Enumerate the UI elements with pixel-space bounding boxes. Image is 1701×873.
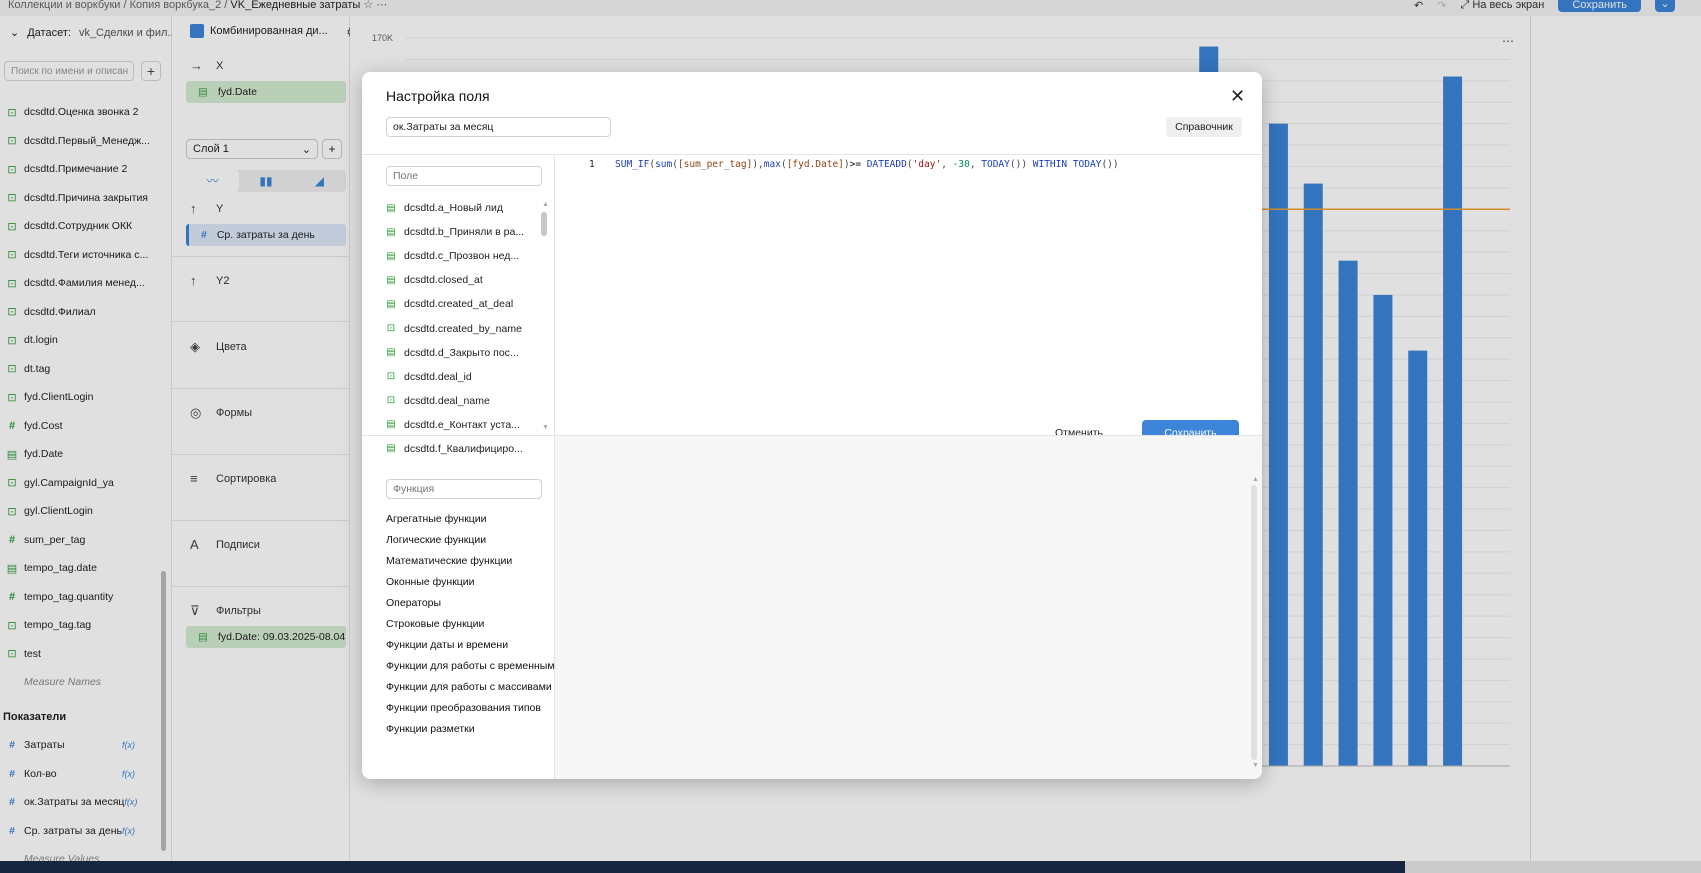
formula-token: TODAY	[1072, 159, 1102, 170]
formula-editor[interactable]: 1	[555, 155, 1262, 435]
formula-field-label: dcsdtd.e_Контакт уста...	[404, 418, 520, 431]
function-doc-panel	[555, 436, 1262, 779]
formula-token: sum	[655, 159, 673, 170]
line-number: 1	[589, 159, 595, 170]
formula-token: max	[763, 159, 781, 170]
formula-field-label: dcsdtd.a_Новый лид	[404, 202, 503, 215]
formula-token: TODAY	[981, 159, 1010, 170]
calendar-icon: ▤	[386, 250, 396, 262]
text-field-icon: ⊡	[386, 323, 396, 335]
formula-field-item[interactable]: ▤ dcsdtd.created_at_deal	[386, 292, 536, 316]
doc-scrollbar[interactable]	[1251, 485, 1257, 760]
calendar-icon: ▤	[386, 202, 396, 214]
scroll-down-icon[interactable]: ▼	[542, 424, 549, 431]
formula-field-label: dcsdtd.f_Квалифициро...	[404, 442, 523, 455]
function-category-item[interactable]: Оконные функции	[386, 571, 554, 592]
formula-field-label: dcsdtd.b_Приняли в ра...	[404, 226, 525, 239]
formula-token: ),	[752, 159, 764, 170]
field-name-input[interactable]	[386, 117, 611, 137]
function-category-item[interactable]: Агрегатные функции	[386, 508, 554, 529]
formula-field-label: dcsdtd.d_Закрыто пос...	[404, 346, 519, 359]
formula-field-label: dcsdtd.deal_name	[404, 394, 490, 407]
calendar-icon: ▤	[386, 226, 396, 238]
formula-field-label: dcsdtd.created_by_name	[404, 322, 522, 335]
close-icon[interactable]: ✕	[1230, 86, 1245, 107]
function-category-item[interactable]: Операторы	[386, 592, 554, 613]
formula-token: ,	[941, 159, 953, 170]
function-category-item[interactable]: Функции для работы с массивами	[386, 677, 554, 698]
formula-token: ())	[1009, 159, 1033, 170]
formula-field-item[interactable]: ▤ dcsdtd.d_Закрыто пос...	[386, 341, 536, 365]
function-category-item[interactable]: Строковые функции	[386, 613, 554, 634]
formula-field-label: dcsdtd.c_Прозвон нед...	[404, 250, 520, 263]
formula-field-item[interactable]: ⊡ dcsdtd.deal_id	[386, 365, 536, 389]
formula-token: >=	[849, 159, 867, 170]
formula-token: -30	[952, 159, 970, 170]
function-category-item[interactable]: Математические функции	[386, 550, 554, 571]
calendar-icon: ▤	[386, 443, 396, 455]
formula-field-label: dcsdtd.closed_at	[404, 274, 483, 287]
formula-code[interactable]: SUM_IF(sum([sum_per_tag]),max([fyd.Date]…	[615, 159, 1119, 170]
calendar-icon: ▤	[386, 274, 396, 286]
fields-scrollbar[interactable]	[541, 212, 547, 236]
formula-field-item[interactable]: ⊡ dcsdtd.deal_name	[386, 389, 536, 413]
formula-field-label: dcsdtd.deal_id	[404, 370, 472, 383]
formula-field-item[interactable]: ▤ dcsdtd.closed_at	[386, 268, 536, 292]
formula-field-item[interactable]: ▤ dcsdtd.a_Новый лид	[386, 196, 536, 220]
calendar-icon: ▤	[386, 298, 396, 310]
formula-token: 'day'	[912, 159, 942, 170]
dialog-title: Настройка поля	[386, 88, 490, 104]
function-category-item[interactable]: Функции преобразования типов	[386, 698, 554, 719]
function-category-item[interactable]: Логические функции	[386, 529, 554, 550]
formula-token: DATEADD	[866, 159, 907, 170]
formula-field-item[interactable]: ▤ dcsdtd.f_Квалифициро...	[386, 437, 536, 461]
formula-token: SUM_IF	[615, 159, 650, 170]
formula-field-item[interactable]: ⊡ dcsdtd.created_by_name	[386, 316, 536, 340]
function-category-item[interactable]: Функции разметки	[386, 719, 554, 740]
formula-field-label: dcsdtd.created_at_deal	[404, 298, 514, 311]
formula-field-item[interactable]: ▤ dcsdtd.e_Контакт уста...	[386, 413, 536, 437]
function-category-item[interactable]: Функции даты и времени	[386, 635, 554, 656]
function-category-item[interactable]: Функции для работы с временными	[386, 656, 554, 677]
formula-token: [sum_per_tag]	[677, 159, 753, 170]
formula-token: [fyd.Date]	[786, 159, 844, 170]
formula-token: ,	[969, 159, 982, 170]
formula-field-item[interactable]: ▤ dcsdtd.b_Приняли в ра...	[386, 220, 536, 244]
scroll-up-icon[interactable]: ▲	[542, 201, 549, 208]
function-category-list: Агрегатные функции Логические функции Мате…	[386, 508, 554, 740]
formula-field-list: ▤ dcsdtd.a_Новый лид ▤ dcsdtd.b_Приняли в р…	[386, 196, 536, 461]
calendar-icon: ▤	[386, 347, 396, 359]
field-settings-dialog: Настройка поля ✕ Справочник ▤ dcsdtd.a_Но…	[362, 72, 1262, 779]
reference-button[interactable]: Справочник	[1166, 117, 1242, 137]
formula-token: WITHIN	[1032, 159, 1068, 170]
function-search-input[interactable]	[386, 479, 542, 499]
calendar-icon: ▤	[386, 419, 396, 431]
text-field-icon: ⊡	[386, 395, 396, 407]
formula-field-item[interactable]: ▤ dcsdtd.c_Прозвон нед...	[386, 244, 536, 268]
formula-token: ())	[1101, 159, 1119, 170]
scroll-up-icon[interactable]: ▲	[1252, 476, 1259, 483]
text-field-icon: ⊡	[386, 371, 396, 383]
scroll-down-icon[interactable]: ▼	[1252, 762, 1259, 769]
formula-field-search-input[interactable]	[386, 166, 542, 186]
